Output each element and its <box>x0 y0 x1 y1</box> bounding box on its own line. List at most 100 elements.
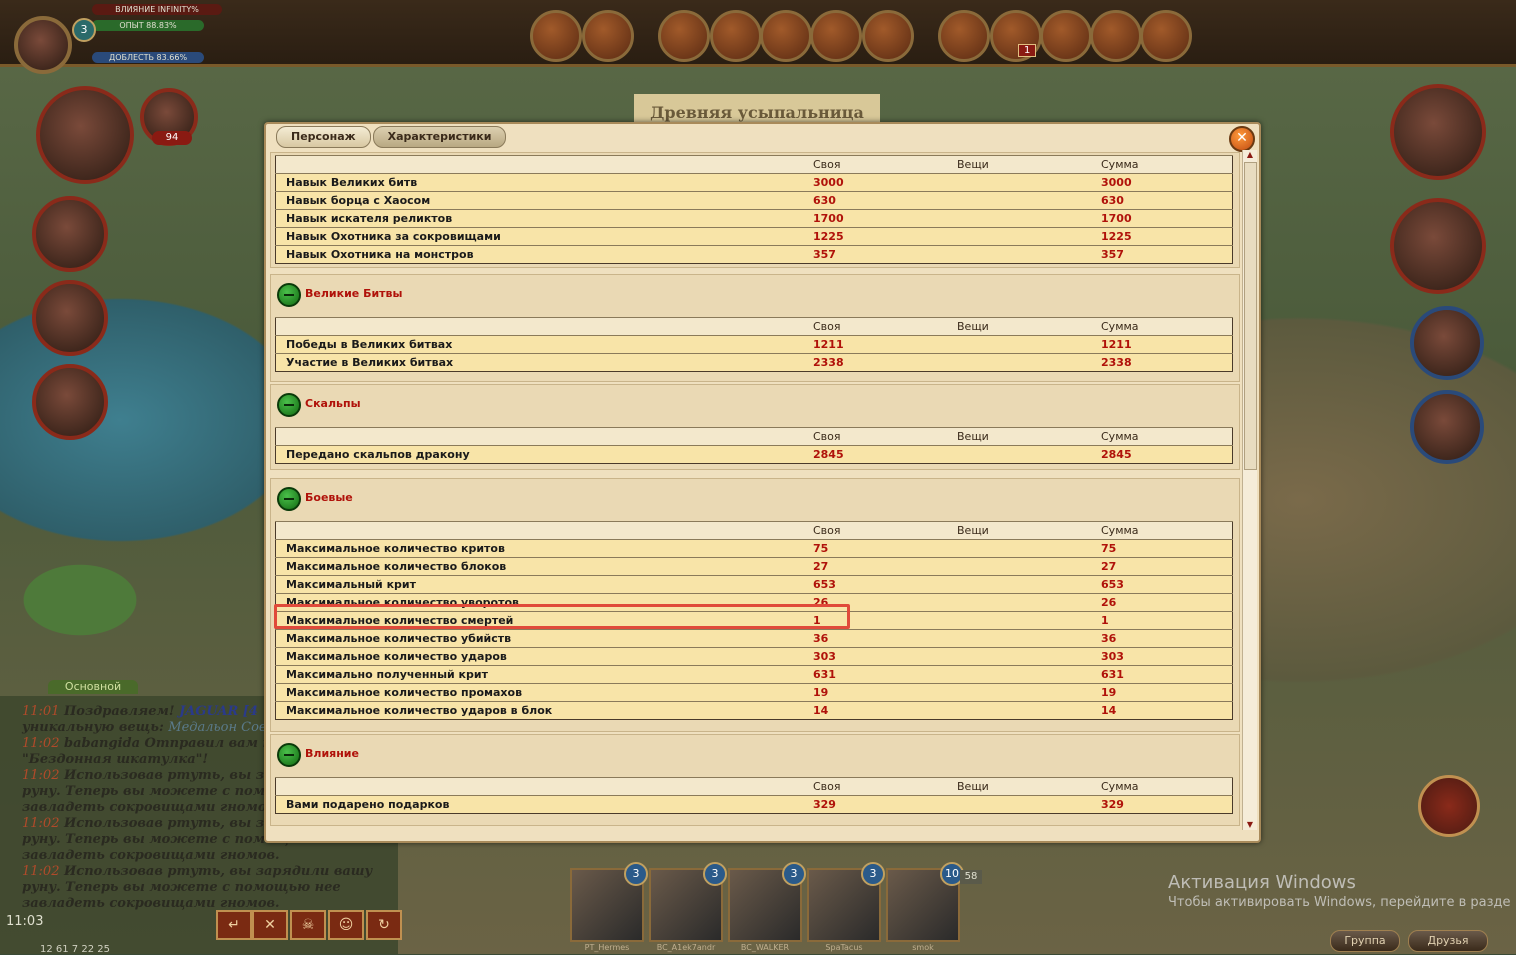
stat-name: Победы в Великих битвах <box>275 335 813 354</box>
card-name: PT_Hermes <box>584 943 630 952</box>
chat-line: 11:02 Использовав ртуть, вы заряд <box>22 768 301 783</box>
chat-text: уникальную вещь: <box>22 720 164 735</box>
chat-line: завладеть сокровищами гномов. <box>22 800 280 815</box>
friends-button[interactable]: Друзья <box>1408 930 1488 952</box>
header-name <box>275 777 813 796</box>
stat-sum: 630 <box>1101 191 1233 210</box>
stat-own: 630 <box>813 191 957 210</box>
opponent-portrait-2[interactable] <box>1390 198 1486 294</box>
scroll-up-icon[interactable]: ▲ <box>1243 150 1257 160</box>
close-icon[interactable]: ✕ <box>1229 126 1255 152</box>
menu-icon-8[interactable] <box>938 10 990 62</box>
chat-send-button[interactable]: ↵ <box>216 910 252 940</box>
table-row: Максимальное количество ударов 303 303 <box>275 647 1233 666</box>
chat-crossed-swords-button[interactable]: ✕ <box>252 910 288 940</box>
chat-line: руну. Теперь вы можете с помощь <box>22 784 297 799</box>
tab-stats[interactable]: Характеристики <box>372 126 507 148</box>
table-row: Максимальное количество блоков 27 27 <box>275 557 1233 576</box>
stat-name: Максимальное количество ударов в блок <box>275 701 813 720</box>
table-row: Вами подарено подарков 329 329 <box>275 795 1233 814</box>
menu-icon-10[interactable] <box>1040 10 1092 62</box>
menu-icon-1[interactable] <box>530 10 582 62</box>
header-own: Своя <box>813 155 957 174</box>
stat-name: Максимальное количество критов <box>275 539 813 558</box>
chat-line: 11:01 Поздравляем! JAGUAR [4 <box>22 704 258 719</box>
header-name <box>275 521 813 540</box>
stat-sum: 303 <box>1101 647 1233 666</box>
table-row: Максимальный крит 653 653 <box>275 575 1233 594</box>
menu-icon-3[interactable] <box>658 10 710 62</box>
scrollbar[interactable]: ▲ ▼ <box>1242 150 1257 830</box>
table-header-row: Своя Вещи Сумма <box>275 317 1233 336</box>
ally-portrait-1[interactable] <box>32 196 108 272</box>
map-compass-icon[interactable] <box>1418 775 1480 837</box>
tab-character[interactable]: Персонаж <box>276 126 371 148</box>
table-row: Победы в Великих битвах 1211 1211 <box>275 335 1233 354</box>
scroll-thumb[interactable] <box>1244 162 1257 470</box>
collapse-icon[interactable] <box>277 283 301 307</box>
collapse-icon[interactable] <box>277 393 301 417</box>
scroll-down-icon[interactable]: ▼ <box>1243 820 1257 830</box>
menu-icon-5[interactable] <box>760 10 812 62</box>
table-row: Навык борца с Хаосом 630 630 <box>275 191 1233 210</box>
top-bar: ВЛИЯНИЕ INFINITY% ОПЫТ 88.83% ДОБЛЕСТЬ 8… <box>0 0 1516 67</box>
stat-own: 3000 <box>813 173 957 192</box>
table-header-row: Своя Вещи Сумма <box>275 427 1233 446</box>
menu-icon-7[interactable] <box>862 10 914 62</box>
ally-portrait-2[interactable] <box>32 280 108 356</box>
stat-own: 631 <box>813 665 957 684</box>
party-card[interactable]: 3 BC_WALKER <box>728 862 806 952</box>
stat-sum: 357 <box>1101 245 1233 264</box>
stat-name: Навык Охотника за сокровищами <box>275 227 813 246</box>
chat-skull-button[interactable]: ☠ <box>290 910 326 940</box>
chat-line: завладеть сокровищами гномов. <box>22 848 280 863</box>
stat-own: 75 <box>813 539 957 558</box>
windows-watermark: Активация Windows Чтобы активировать Win… <box>1168 872 1511 910</box>
stat-sum: 329 <box>1101 795 1233 814</box>
notification-badge: 1 <box>1018 44 1037 57</box>
card-count: 3 <box>782 862 806 886</box>
menu-icon-4[interactable] <box>710 10 762 62</box>
menu-icon-12[interactable] <box>1140 10 1192 62</box>
table-row: Максимальное количество ударов в блок 14 1… <box>275 701 1233 720</box>
chat-text: Поздравляем! <box>64 704 175 719</box>
menu-icon-6[interactable] <box>810 10 862 62</box>
header-own: Своя <box>813 427 957 446</box>
stat-items <box>957 701 1101 720</box>
opponent-portrait-4[interactable] <box>1410 390 1484 464</box>
stat-name: Навык искателя реликтов <box>275 209 813 228</box>
opponent-portrait-3[interactable] <box>1410 306 1484 380</box>
stats-table: Своя Вещи Сумма Вами подарено подарков 329 32… <box>275 777 1233 814</box>
hero-portrait[interactable] <box>36 86 134 184</box>
dialog-tabs: Персонаж Характеристики <box>276 126 508 148</box>
header-sum: Сумма <box>1101 317 1233 336</box>
menu-icon-2[interactable] <box>582 10 634 62</box>
stat-own: 303 <box>813 647 957 666</box>
menu-icon-11[interactable] <box>1090 10 1142 62</box>
party-card[interactable]: 3 BC_A1ek7andr <box>649 862 727 952</box>
chat-time: 11:02 <box>22 816 60 831</box>
chat-line: руну. Теперь вы можете с помощью нее <box>22 880 341 895</box>
table-row: Навык Охотника на монстров 357 357 <box>275 245 1233 264</box>
stat-items <box>957 539 1101 558</box>
section-title: Влияние <box>305 747 359 760</box>
collapse-icon[interactable] <box>277 743 301 767</box>
party-card[interactable]: 3 PT_Hermes <box>570 862 648 952</box>
chat-person-button[interactable]: ☺ <box>328 910 364 940</box>
chat-text: руну. Теперь вы можете с помощью нее <box>22 880 341 895</box>
group-button[interactable]: Группа <box>1330 930 1400 952</box>
stat-own: 653 <box>813 575 957 594</box>
chat-line: уникальную вещь: Медальон Совенка <box>22 720 298 735</box>
opponent-portrait-1[interactable] <box>1390 84 1486 180</box>
ally-portrait-3[interactable] <box>32 364 108 440</box>
card-name: BC_WALKER <box>740 943 790 952</box>
table-row: Навык Охотника за сокровищами 1225 1225 <box>275 227 1233 246</box>
chat-refresh-button[interactable]: ↻ <box>366 910 402 940</box>
party-card[interactable]: 3 SpaTacus <box>807 862 885 952</box>
collapse-icon[interactable] <box>277 487 301 511</box>
section-title: Боевые <box>305 491 353 504</box>
player-avatar[interactable] <box>14 16 72 74</box>
chat-tab-main[interactable]: Основной <box>48 680 138 694</box>
exp-bar: ОПЫТ 88.83% <box>92 20 204 31</box>
party-card[interactable]: 10 smok <box>886 862 964 952</box>
